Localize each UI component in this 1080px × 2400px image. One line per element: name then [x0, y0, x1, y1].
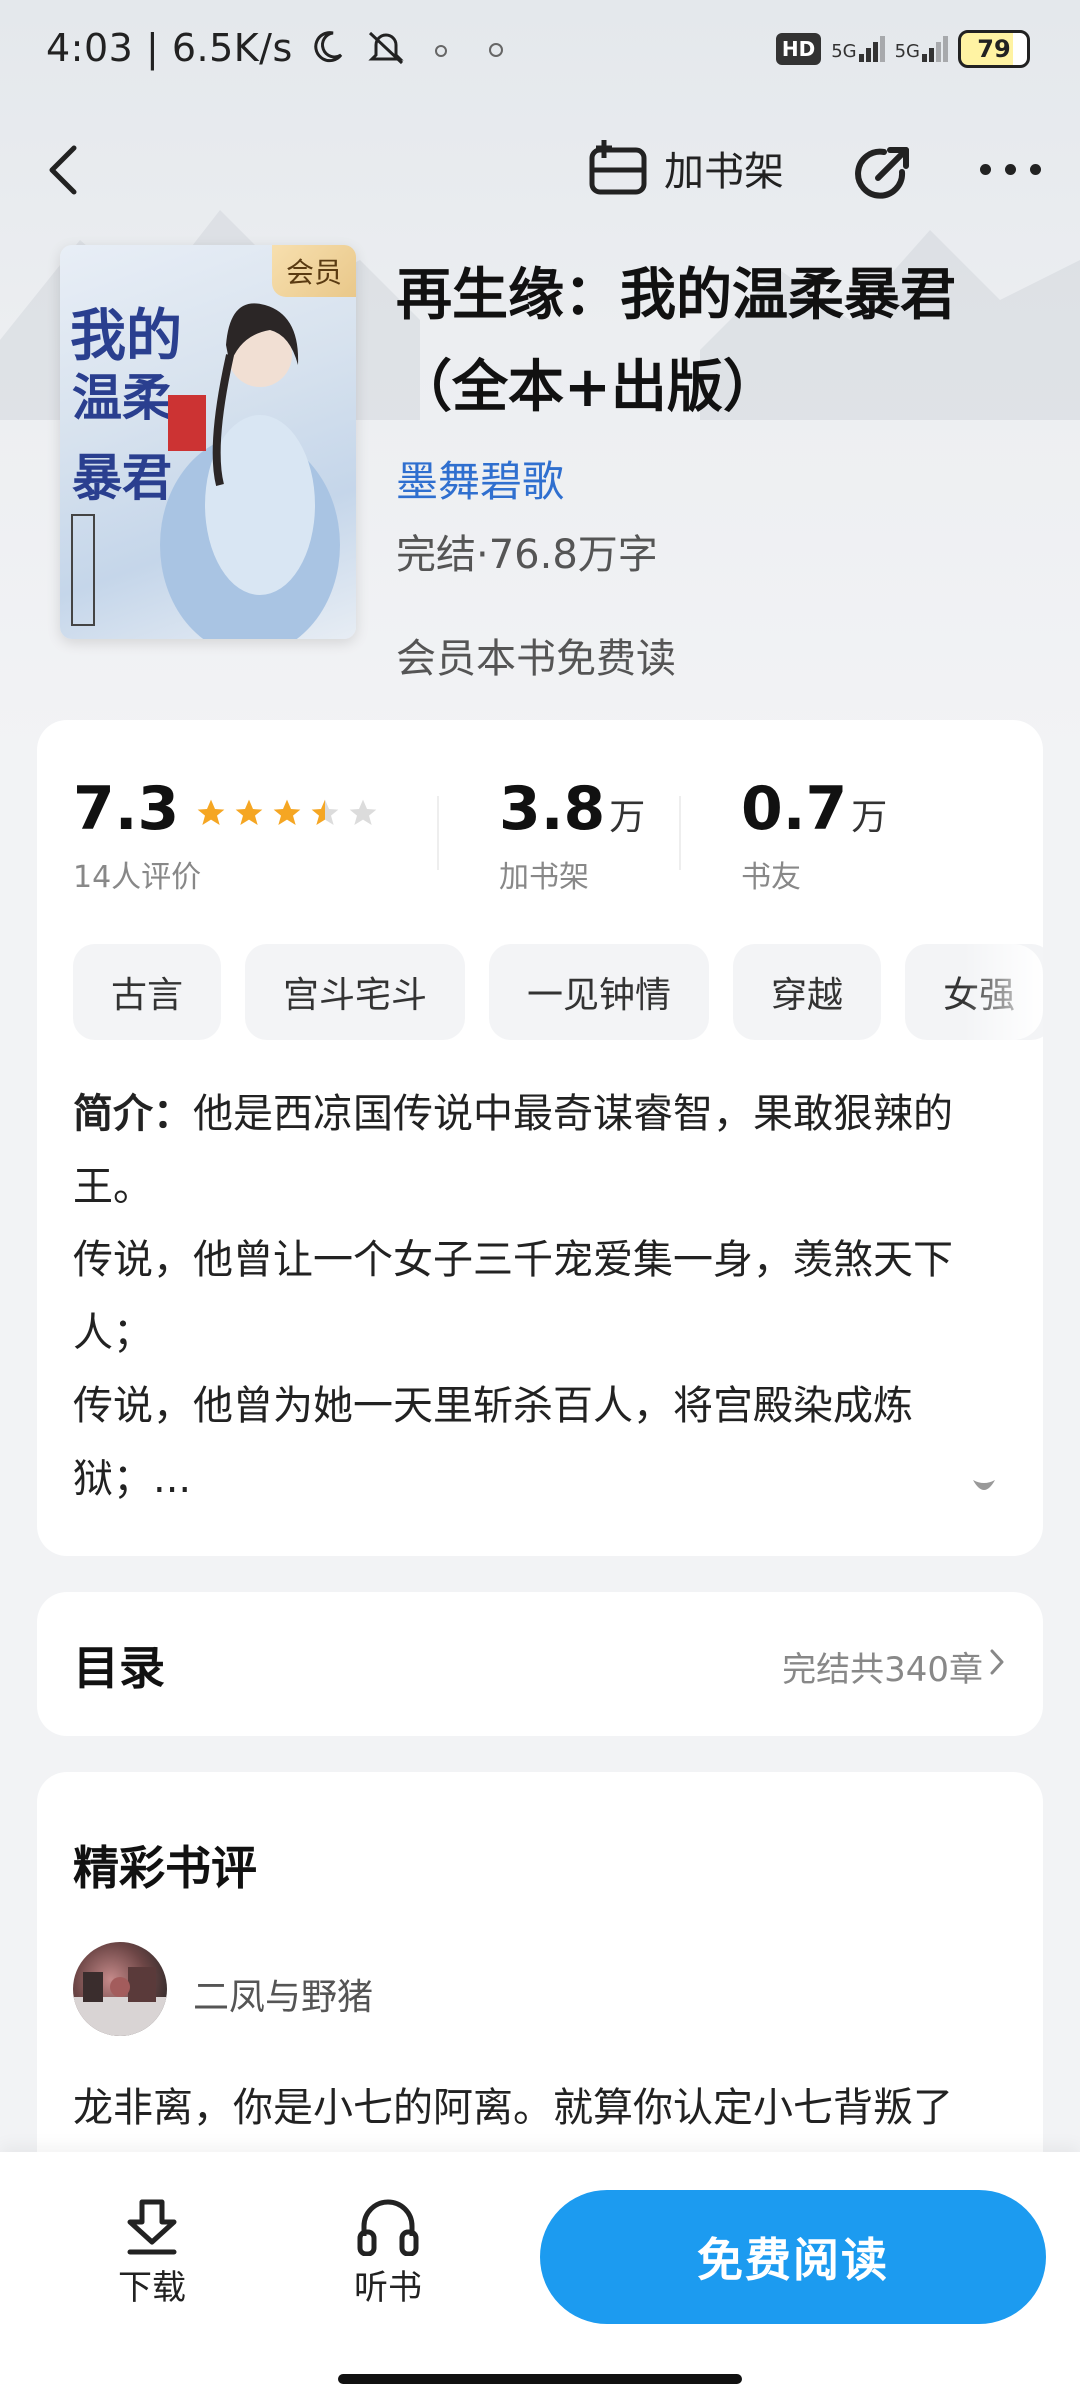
svg-text:暴君: 暴君	[72, 448, 172, 507]
intro-line: 传说，他曾为她一天里斩杀百人，将宫殿染成炼狱；...	[73, 1383, 913, 1502]
reviews-title: 精彩书评	[73, 1841, 257, 1895]
chevron-right-icon	[990, 1649, 1004, 1675]
battery-icon: 79	[958, 30, 1030, 68]
sync-icon	[489, 43, 504, 57]
network-type-1: 5G	[831, 41, 857, 62]
more-options-icon[interactable]	[980, 164, 1050, 184]
shelf-value: 3.8	[499, 774, 606, 844]
tag-fade	[963, 944, 1043, 1040]
book-cover[interactable]: 我的 温柔 暴君 会员	[60, 245, 356, 639]
rating-stat[interactable]: 7.3 14人评价	[73, 774, 379, 896]
back-icon[interactable]	[44, 140, 84, 200]
download-icon	[127, 2199, 177, 2255]
status-separator: |	[145, 26, 172, 70]
book-status: 完结·76.8万字	[396, 532, 658, 578]
intro-line: 传说，他曾让一个女子三千宠爱集一身，羡煞天下人；	[73, 1237, 953, 1356]
avatar-image	[73, 1967, 167, 2036]
tag-chip[interactable]: 古言	[73, 944, 222, 1040]
moon-icon	[314, 31, 343, 63]
shelf-label: 加书架	[499, 860, 589, 895]
svg-text:我的: 我的	[70, 303, 182, 369]
download-button[interactable]: 下载	[92, 2196, 212, 2309]
add-to-shelf-button[interactable]: 加书架	[586, 136, 784, 200]
stat-divider	[437, 796, 439, 870]
toc-title: 目录	[73, 1641, 165, 1695]
add-to-shelf-label: 加书架	[664, 149, 784, 195]
hd-badge: HD	[775, 33, 822, 65]
signal-1: 5G	[831, 36, 885, 62]
expand-icon[interactable]	[971, 1476, 997, 1496]
mute-icon	[368, 31, 404, 65]
headphones-icon	[357, 2199, 419, 2256]
clock: 4:03	[46, 26, 134, 70]
shelf-stat: 3.8 万 加书架	[499, 774, 645, 896]
listen-button[interactable]: 听书	[328, 2196, 448, 2309]
free-read-button[interactable]: 免费阅读	[540, 2190, 1046, 2324]
rating-value: 7.3	[73, 774, 180, 844]
star-icon	[273, 799, 301, 825]
fans-unit: 万	[851, 797, 888, 838]
review-text[interactable]: 龙非离，你是小七的阿离。就算你认定小七背叛了	[73, 2072, 1033, 2144]
shelf-unit: 万	[609, 797, 646, 838]
signal-2: 5G	[895, 36, 948, 62]
table-of-contents-card[interactable]: 目录 完结共340章	[37, 1592, 1043, 1736]
network-speed: 6.5K/s	[171, 26, 293, 70]
intro-line: 他是西凉国传说中最奇谋睿智，果敢狠辣的王。	[73, 1091, 953, 1210]
book-info-card: 7.3 14人评价 3.8 万 加书架 0.7 万 书友 古言 宫斗宅斗 一见钟…	[37, 720, 1043, 1556]
empty-star-icon	[349, 799, 377, 825]
svg-text:温柔: 温柔	[72, 368, 172, 427]
bottom-action-bar: 下载 听书 免费阅读	[0, 2152, 1080, 2400]
bookshelf-icon	[589, 140, 647, 195]
status-bar: 4:03 | 6.5K/s HD 5G 5G 79	[0, 0, 1080, 100]
toc-chapter-count: 完结共340章	[782, 1650, 983, 1690]
fans-value: 0.7	[741, 774, 848, 844]
tag-chip[interactable]: 宫斗宅斗	[245, 944, 466, 1040]
stat-divider	[679, 796, 681, 870]
reviewer-name[interactable]: 二凤与野猪	[193, 1968, 373, 2020]
network-type-2: 5G	[894, 41, 920, 62]
tag-chip[interactable]: 一见钟情	[489, 944, 710, 1040]
listen-label: 听书	[354, 2268, 422, 2308]
vip-free-note: 会员本书免费读	[396, 636, 676, 682]
share-icon[interactable]	[850, 142, 914, 206]
vip-badge: 会员	[272, 245, 356, 297]
tag-chip[interactable]: 穿越	[733, 944, 882, 1040]
intro-prefix: 简介：	[73, 1091, 193, 1137]
fans-label: 书友	[741, 860, 801, 895]
avatar[interactable]	[73, 1942, 167, 2036]
half-star-icon	[311, 799, 339, 825]
star-icon	[197, 799, 225, 825]
book-title: 再生缘：我的温柔暴君（全本+出版）	[396, 263, 956, 420]
download-label: 下载	[118, 2268, 186, 2308]
star-icon	[235, 799, 263, 825]
rating-stars	[195, 797, 379, 829]
home-indicator[interactable]	[338, 2374, 742, 2384]
tag-list: 古言 宫斗宅斗 一见钟情 穿越 女强	[73, 944, 1043, 1040]
dot-icon	[434, 45, 447, 57]
status-time: 4:03 | 6.5K/s	[46, 26, 505, 70]
status-indicators: HD 5G 5G 79	[775, 30, 1030, 68]
fans-stat[interactable]: 0.7 万 书友	[741, 774, 887, 896]
rating-count: 14人评价	[73, 860, 202, 895]
author-link[interactable]: 墨舞碧歌	[396, 448, 564, 509]
cover-illustration: 我的 温柔 暴君	[70, 303, 340, 639]
book-intro[interactable]: 简介：他是西凉国传说中最奇谋睿智，果敢狠辣的王。 传说，他曾让一个女子三千宠爱集…	[73, 1078, 1009, 1516]
